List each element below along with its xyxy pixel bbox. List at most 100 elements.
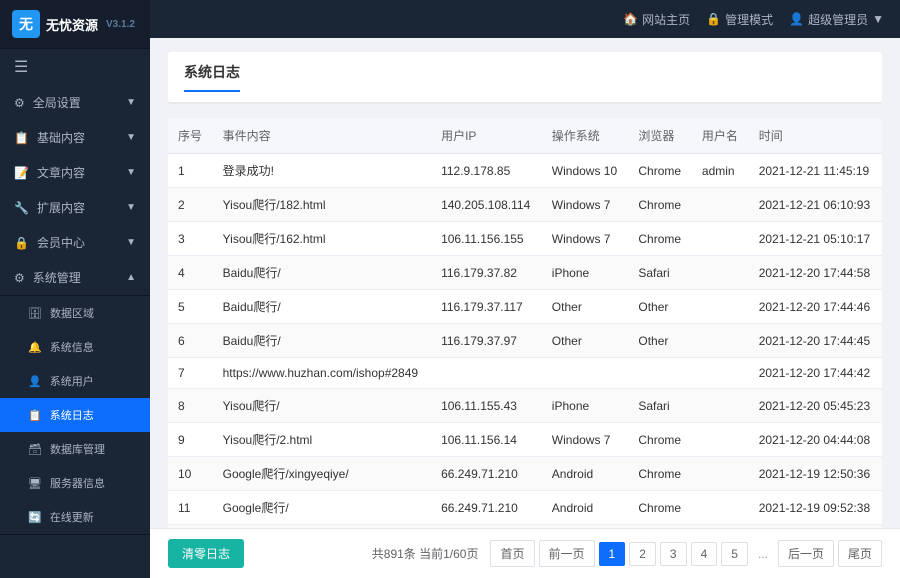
jichuneir-icon: 📋	[14, 131, 29, 145]
sidebar-item-label: 全局设置	[33, 94, 81, 111]
table-row: 9Yisou爬行/2.html106.11.156.14Windows 7Chr…	[168, 423, 882, 457]
zaixiangengx-icon: 🔄	[28, 511, 42, 524]
chevron-icon: ▼	[126, 237, 136, 248]
cell-1: https://www.huzhan.com/ishop#2849	[213, 358, 431, 389]
xitongyh-icon: 👤	[28, 375, 42, 388]
cell-0: 2	[168, 188, 213, 222]
sidebar-item-xitongxinxi[interactable]: 🔔 系统信息	[0, 330, 150, 364]
header-row: 序号 事件内容 用户IP 操作系统 浏览器 用户名 时间	[168, 118, 882, 154]
menu-toggle[interactable]: ☰	[0, 49, 150, 85]
cell-3: Android	[542, 491, 629, 525]
cell-2: 106.11.155.43	[431, 389, 542, 423]
sidebar-item-zaixiangengx[interactable]: 🔄 在线更新	[0, 500, 150, 534]
sidebar-item-xitongriz[interactable]: 📋 系统日志	[0, 398, 150, 432]
chevron-icon: ▼	[126, 132, 136, 143]
cell-5	[692, 222, 749, 256]
chevron-icon: ▼	[126, 97, 136, 108]
sidebar-item-kuozneirong[interactable]: 🔧 扩展内容 ▼	[0, 190, 150, 225]
cell-4: Chrome	[628, 457, 692, 491]
cell-4: Chrome	[628, 222, 692, 256]
cell-5: admin	[692, 154, 749, 188]
xitongxinxi-icon: 🔔	[28, 341, 42, 354]
sidebar-item-jichuneir[interactable]: 📋 基础内容 ▼	[0, 120, 150, 155]
cell-0: 1	[168, 154, 213, 188]
cell-3: Windows 7	[542, 188, 629, 222]
page-info: 共891条 当前1/60页	[372, 545, 479, 562]
manager-mode-btn[interactable]: 🔒 管理模式	[706, 11, 773, 28]
sidebar-item-tuanliguanl[interactable]: 🗃 数据库管理	[0, 432, 150, 466]
cell-2: 66.249.71.210	[431, 457, 542, 491]
cell-2	[431, 358, 542, 389]
admin-btn[interactable]: 👤 超级管理员 ▼	[789, 11, 884, 28]
sidebar-item-xitguanli[interactable]: ⚙ 系统管理 ▲	[0, 260, 150, 295]
table-row: 3Yisou爬行/162.html106.11.156.155Windows 7…	[168, 222, 882, 256]
xitongriz-icon: 📋	[28, 409, 42, 422]
cell-0: 11	[168, 491, 213, 525]
manager-label: 管理模式	[725, 11, 773, 28]
sidebar-item-wenneirong[interactable]: 📝 文章内容 ▼	[0, 155, 150, 190]
cell-0: 8	[168, 389, 213, 423]
col-os: 操作系统	[542, 118, 629, 154]
logo-icon: 无	[12, 10, 40, 38]
sidebar-item-xitongyh[interactable]: 👤 系统用户	[0, 364, 150, 398]
cell-2: 106.11.156.155	[431, 222, 542, 256]
chevron-up-icon: ▲	[126, 272, 136, 283]
sidebar-item-fuwuqixinxi[interactable]: 🖥 服务器信息	[0, 466, 150, 500]
next-page-btn[interactable]: 后一页	[778, 540, 834, 567]
content-area: 系统日志 序号 事件内容 用户IP 操作系统 浏览器 用户名 时间 1登录成功!…	[150, 38, 900, 528]
website-home-btn[interactable]: 🏠 网站主页	[623, 11, 690, 28]
first-page-btn[interactable]: 首页	[490, 540, 534, 567]
page-2-btn[interactable]: 2	[629, 542, 656, 566]
sidebar-item-label: 文章内容	[37, 164, 85, 181]
sidebar-item-huiyuanzhx[interactable]: 🔒 会员中心 ▼	[0, 225, 150, 260]
cell-4: Other	[628, 324, 692, 358]
page-1-btn[interactable]: 1	[599, 542, 626, 566]
cell-5	[692, 290, 749, 324]
pagination: 共891条 当前1/60页 首页 前一页 1 2 3 4 5 ... 后一页 尾…	[372, 540, 882, 567]
page-4-btn[interactable]: 4	[691, 542, 718, 566]
col-browser: 浏览器	[628, 118, 692, 154]
cell-4: Chrome	[628, 188, 692, 222]
col-time: 时间	[749, 118, 882, 154]
cell-5	[692, 358, 749, 389]
cell-3: Windows 7	[542, 423, 629, 457]
sidebar-item-label: 在线更新	[50, 509, 94, 525]
cell-6: 2021-12-20 04:44:08	[749, 423, 882, 457]
table-row: 5Baidu爬行/116.179.37.117OtherOther2021-12…	[168, 290, 882, 324]
page-3-btn[interactable]: 3	[660, 542, 687, 566]
col-user: 用户名	[692, 118, 749, 154]
clear-log-button[interactable]: 清零日志	[168, 539, 244, 568]
table-row: 7https://www.huzhan.com/ishop#28492021-1…	[168, 358, 882, 389]
cell-0: 3	[168, 222, 213, 256]
cell-4: Safari	[628, 389, 692, 423]
cell-0: 5	[168, 290, 213, 324]
cell-3: Windows 10	[542, 154, 629, 188]
logo: 无 无忧资源 V3.1.2	[0, 0, 150, 49]
cell-6: 2021-12-20 05:45:23	[749, 389, 882, 423]
sidebar-item-shujuquy[interactable]: 🗄 数据区域	[0, 296, 150, 330]
cell-1: Yisou爬行/182.html	[213, 188, 431, 222]
cell-1: Baidu爬行/	[213, 324, 431, 358]
cell-5	[692, 324, 749, 358]
page-5-btn[interactable]: 5	[721, 542, 748, 566]
quanjuzhi-icon: ⚙	[14, 96, 25, 110]
sidebar-item-label: 系统信息	[50, 339, 94, 355]
cell-1: Baidu爬行/	[213, 290, 431, 324]
table-row: 2Yisou爬行/182.html140.205.108.114Windows …	[168, 188, 882, 222]
last-page-btn[interactable]: 尾页	[838, 540, 882, 567]
home-icon: 🏠	[623, 12, 638, 26]
cell-2: 112.9.178.85	[431, 154, 542, 188]
table-row: 11Google爬行/66.249.71.210AndroidChrome202…	[168, 491, 882, 525]
sidebar-item-quanjuzhi[interactable]: ⚙ 全局设置 ▼	[0, 85, 150, 120]
logo-name: 无忧资源	[46, 15, 98, 34]
cell-2: 66.249.71.210	[431, 491, 542, 525]
cell-4: Chrome	[628, 491, 692, 525]
table-row: 6Baidu爬行/116.179.37.97OtherOther2021-12-…	[168, 324, 882, 358]
table-row: 10Google爬行/xingyeqiye/66.249.71.210Andro…	[168, 457, 882, 491]
admin-label: 超级管理员	[808, 11, 868, 28]
prev-page-btn[interactable]: 前一页	[539, 540, 595, 567]
sidebar-item-label: 系统用户	[50, 373, 94, 389]
cell-3: iPhone	[542, 389, 629, 423]
cell-4: Chrome	[628, 154, 692, 188]
lock-icon: 🔒	[706, 12, 721, 26]
